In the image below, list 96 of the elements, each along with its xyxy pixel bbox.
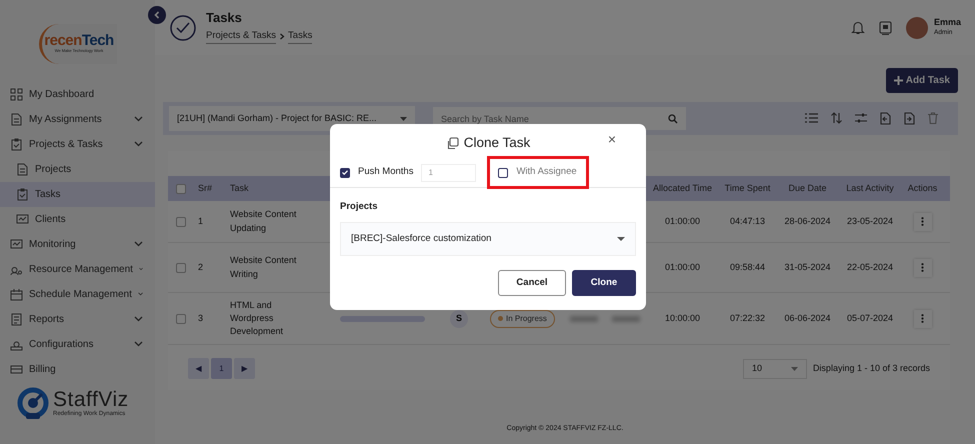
row-actions-button[interactable] — [914, 310, 932, 328]
table-cell-text: 09:58:44 — [728, 260, 766, 274]
table-cell-text: 04:47:13 — [728, 214, 766, 228]
checkmark-icon — [342, 170, 348, 175]
list-icon[interactable] — [805, 112, 818, 124]
table-cell-text: 3 — [198, 312, 204, 325]
sidebar-item[interactable]: Schedule Management — [0, 282, 155, 307]
caret-icon — [400, 116, 407, 120]
row-actions-button[interactable] — [914, 258, 932, 276]
caret-icon — [617, 237, 625, 242]
kebab-menu-icon — [921, 263, 924, 272]
chevron-right-icon — [279, 32, 286, 40]
table-cell-text: 1 — [198, 214, 204, 228]
table-cell-text: 2 — [198, 260, 204, 274]
sidebar-item[interactable]: Reports — [0, 306, 155, 332]
next-page-button[interactable]: ▶ — [234, 358, 255, 379]
user-avatar[interactable] — [906, 16, 928, 38]
dialog-title: Clone Task — [464, 134, 530, 152]
page-size-dropdown[interactable]: 10 — [742, 358, 807, 378]
clone-button[interactable]: Clone — [572, 270, 636, 296]
add-task-button[interactable]: Add Task — [886, 68, 958, 93]
sidebar-item[interactable]: Resource Management — [0, 256, 155, 282]
table-cell-text: 06-06-2024 — [783, 312, 832, 325]
records-summary: Displaying 1 - 10 of 3 records — [812, 362, 930, 375]
task-name: Website Content Updating — [230, 208, 298, 235]
sidebar-item[interactable]: My Assignments — [0, 106, 155, 132]
column-header: Time Spent — [724, 182, 772, 195]
breadcrumb-link[interactable]: Tasks — [288, 28, 312, 44]
sidebar-item[interactable]: Billing — [0, 356, 155, 382]
bell-icon[interactable] — [850, 20, 865, 35]
monitor-chart-icon — [10, 238, 23, 251]
row-checkbox[interactable] — [176, 262, 186, 272]
checkbox[interactable] — [340, 168, 350, 178]
sidebar-item[interactable]: Monitoring — [0, 232, 155, 257]
sidebar-subitem[interactable]: Tasks — [0, 182, 155, 207]
assignee-avatar: S — [450, 310, 468, 328]
grid-icon — [10, 88, 23, 101]
page-button[interactable]: 1 — [211, 358, 232, 379]
user-name: Emma — [934, 18, 961, 28]
column-header: Actions — [906, 182, 938, 195]
row-checkbox[interactable] — [176, 314, 186, 324]
close-button[interactable]: × — [608, 132, 616, 146]
column-header: Sr# — [198, 182, 214, 195]
projects-dropdown[interactable]: [BREC]-Salesforce customization — [340, 222, 636, 256]
copy-icon — [446, 136, 459, 150]
kebab-menu-icon — [921, 217, 924, 226]
sliders-icon[interactable] — [855, 112, 867, 124]
export-icon[interactable] — [904, 112, 915, 125]
document-icon — [10, 112, 23, 126]
table-cell-text: 05-07-2024 — [846, 312, 894, 325]
table-cell-text: 01:00:00 — [664, 214, 702, 228]
projects-label: Projects — [340, 200, 378, 214]
row-checkbox[interactable] — [176, 216, 186, 226]
project-dropdown[interactable]: [21UH] (Mandi Gorham) - Project for BASIC: RE... — [169, 106, 415, 131]
brand-name: StaffViz — [53, 388, 129, 410]
table-cell-text: 23-05-2024 — [846, 214, 894, 228]
breadcrumb-link[interactable]: Projects & Tasks — [206, 28, 276, 44]
calendar-icon — [10, 288, 23, 301]
brand-logo-icon — [16, 386, 50, 421]
sort-icon[interactable] — [831, 112, 842, 124]
checkbox[interactable] — [498, 168, 508, 178]
caret-icon — [790, 366, 798, 370]
billing-icon — [10, 362, 23, 376]
months-input[interactable]: 1 — [421, 164, 476, 182]
sidebar-item[interactable]: Configurations — [0, 332, 155, 357]
device-icon[interactable] — [878, 20, 892, 34]
task-name: HTML and Wordpress Development — [230, 298, 284, 338]
kebab-menu-icon — [921, 314, 924, 323]
column-header: Allocated Time — [652, 182, 714, 195]
checkbox-label: With Assignee — [516, 165, 577, 180]
table-cell-text: 01:00:00 — [664, 260, 702, 274]
task-name: Website Content Writing — [230, 254, 298, 281]
import-icon[interactable] — [880, 112, 891, 125]
sidebar-subitem[interactable]: Clients — [0, 206, 155, 232]
sidebar-item[interactable]: Projects & Tasks — [0, 132, 155, 157]
page-title: Tasks — [206, 11, 243, 26]
column-header: Due Date — [787, 182, 828, 195]
table-cell-text: 10:00:00 — [664, 312, 702, 325]
column-header: Last Activity — [845, 182, 895, 195]
trash-icon[interactable] — [928, 112, 938, 124]
table-cell-text: 31-05-2024 — [783, 260, 832, 274]
checkbox-label: Push Months — [358, 165, 414, 180]
column-header: Task — [230, 182, 250, 195]
table-cell-text: 28-06-2024 — [783, 214, 832, 228]
chevron-left-icon — [153, 11, 161, 19]
row-actions-button[interactable] — [914, 212, 932, 230]
previous-page-button[interactable]: ◀ — [188, 358, 209, 379]
select-all-checkbox[interactable] — [176, 184, 186, 194]
clipboard-icon — [10, 138, 23, 151]
table-cell-text: 07:22:32 — [728, 312, 766, 325]
cancel-button[interactable]: Cancel — [498, 270, 566, 296]
sidebar-item[interactable]: My Dashboard — [0, 82, 155, 107]
sidebar-subitem[interactable]: Projects — [0, 156, 155, 182]
plus-icon — [894, 76, 903, 85]
table-cell-text: 22-05-2024 — [846, 260, 894, 274]
report-icon — [10, 312, 23, 326]
